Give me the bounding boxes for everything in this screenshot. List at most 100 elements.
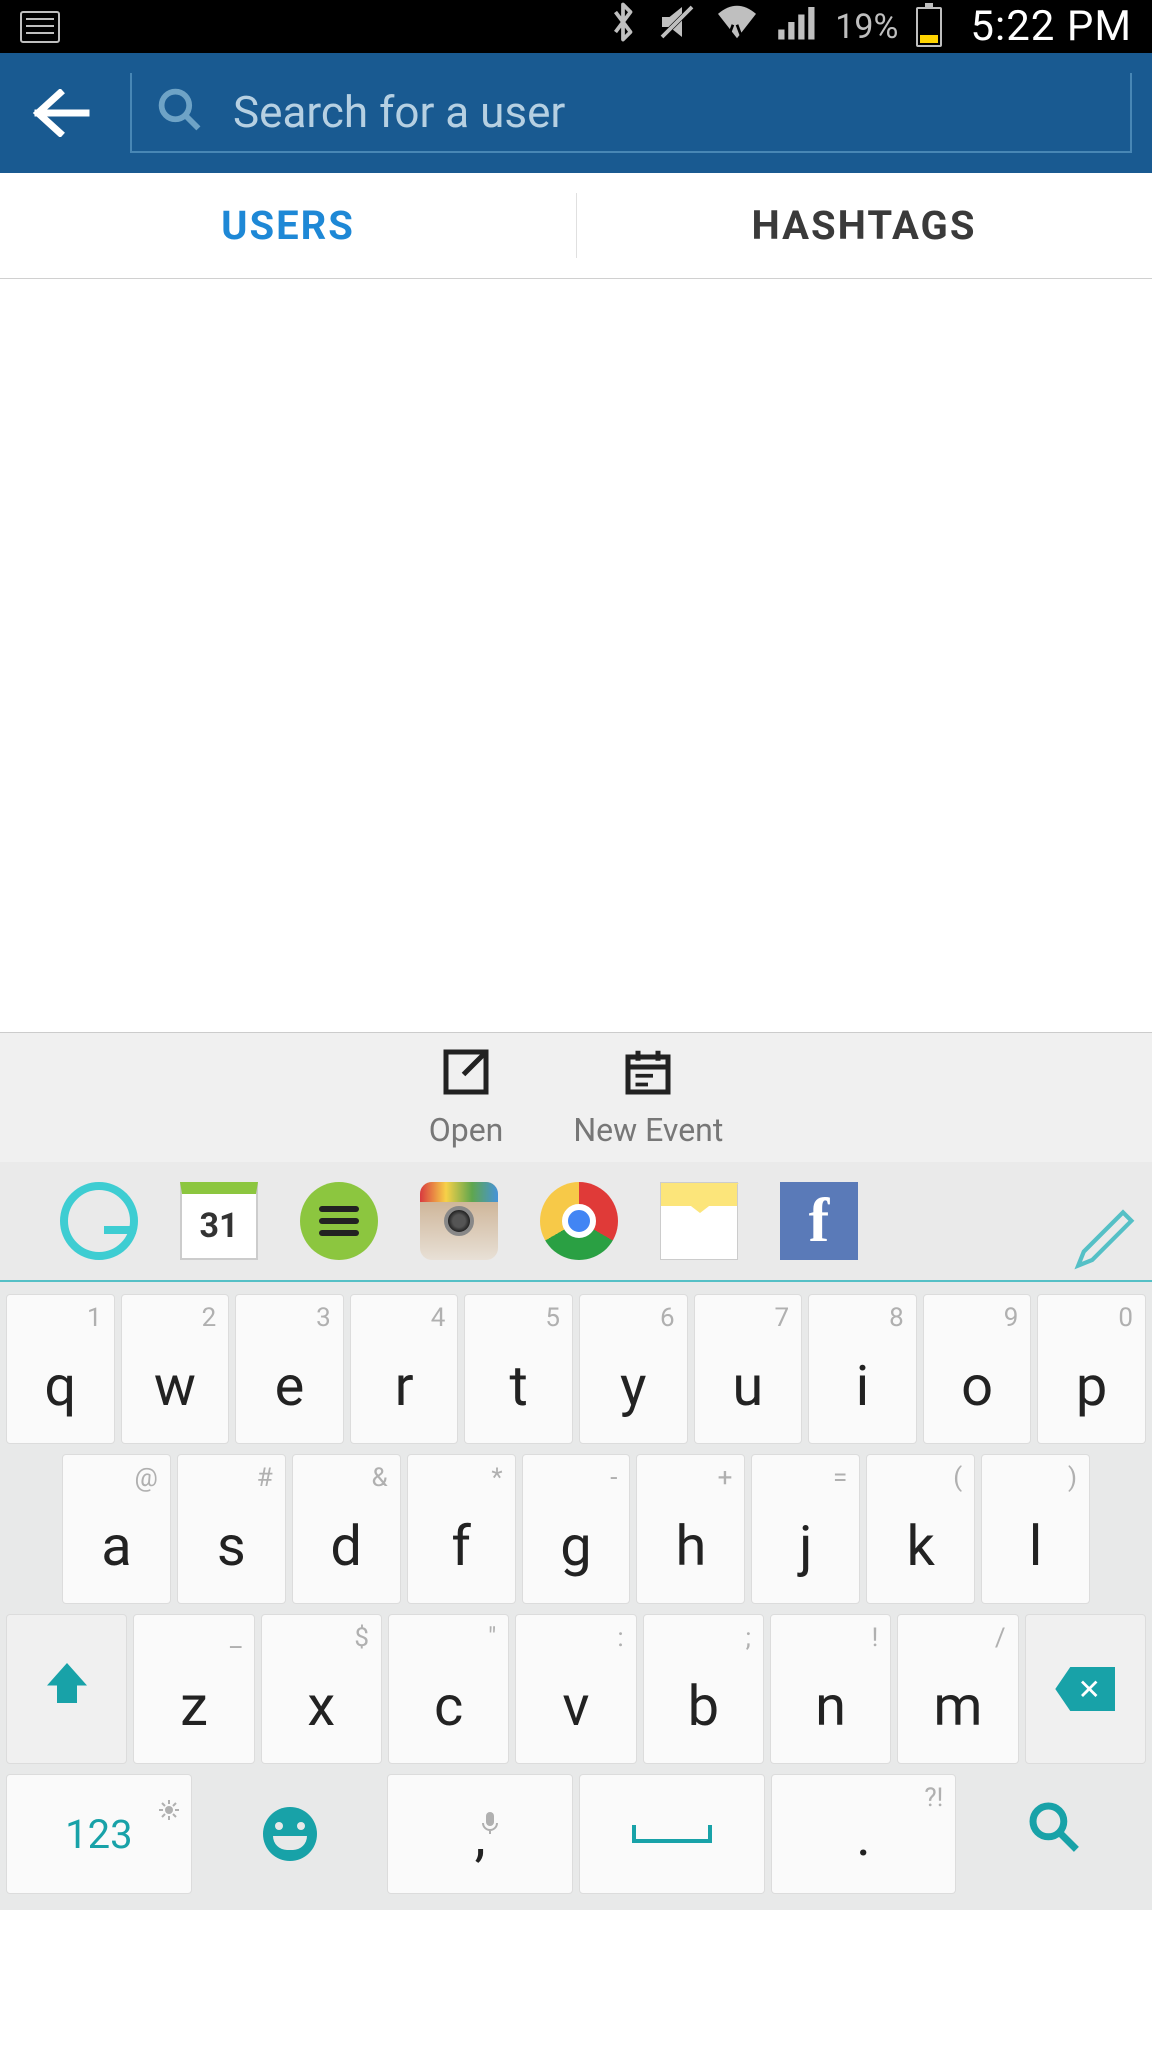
spotify-app-icon[interactable] — [300, 1182, 378, 1260]
key-a[interactable]: @a — [62, 1454, 171, 1604]
key-i[interactable]: 8i — [808, 1294, 917, 1444]
key-e-secondary: 3 — [316, 1303, 331, 1333]
key-l[interactable]: )l — [981, 1454, 1090, 1604]
key-s[interactable]: #s — [177, 1454, 286, 1604]
key-x-secondary: $ — [354, 1623, 369, 1653]
battery-icon — [916, 7, 942, 47]
key-emoji[interactable] — [198, 1774, 382, 1894]
key-t-secondary: 5 — [545, 1303, 560, 1333]
key-y[interactable]: 6y — [579, 1294, 688, 1444]
key-n[interactable]: !n — [770, 1614, 891, 1764]
key-n-label: n — [815, 1673, 846, 1739]
key-p-label: p — [1076, 1353, 1107, 1419]
key-w[interactable]: 2w — [121, 1294, 230, 1444]
key-comma[interactable]: , — [387, 1774, 573, 1894]
key-u[interactable]: 7u — [694, 1294, 803, 1444]
key-c[interactable]: "c — [388, 1614, 509, 1764]
facebook-app-icon[interactable]: f — [780, 1182, 858, 1260]
key-j[interactable]: =j — [751, 1454, 860, 1604]
android-status-bar: 19% 5:22 PM — [0, 0, 1152, 53]
key-m[interactable]: /m — [897, 1614, 1018, 1764]
key-u-label: u — [732, 1353, 763, 1419]
key-f-secondary: * — [491, 1463, 502, 1493]
key-search[interactable] — [962, 1774, 1146, 1894]
key-o[interactable]: 9o — [923, 1294, 1032, 1444]
key-backspace[interactable]: ✕ — [1025, 1614, 1146, 1764]
mic-hint-icon — [481, 1783, 499, 1849]
key-f[interactable]: *f — [407, 1454, 516, 1604]
key-q[interactable]: 1q — [6, 1294, 115, 1444]
grammarly-app-icon[interactable] — [60, 1182, 138, 1260]
key-i-label: i — [856, 1353, 870, 1419]
space-icon — [632, 1825, 712, 1843]
key-j-secondary: = — [833, 1463, 847, 1493]
suggested-apps-row: 31 f — [0, 1162, 1152, 1282]
key-shift[interactable] — [6, 1614, 127, 1764]
key-e[interactable]: 3e — [235, 1294, 344, 1444]
key-j-label: j — [799, 1513, 812, 1579]
key-r-label: r — [395, 1353, 414, 1419]
key-y-label: y — [620, 1353, 647, 1419]
key-d-label: d — [330, 1513, 362, 1579]
search-input[interactable] — [233, 86, 1115, 138]
new-event-action[interactable]: New Event — [573, 1047, 723, 1149]
key-l-label: l — [1029, 1513, 1043, 1579]
key-m-secondary: / — [995, 1623, 1006, 1653]
key-e-label: e — [275, 1353, 305, 1419]
instagram-app-icon[interactable] — [420, 1182, 498, 1260]
search-key-icon — [1026, 1799, 1082, 1869]
key-q-label: q — [44, 1353, 76, 1419]
key-g[interactable]: -g — [522, 1454, 631, 1604]
key-x-label: x — [307, 1673, 335, 1739]
key-k-secondary: ( — [953, 1463, 962, 1493]
key-q-secondary: 1 — [87, 1303, 102, 1333]
key-p-secondary: 0 — [1118, 1303, 1133, 1333]
battery-percent: 19% — [835, 7, 898, 47]
key-h-label: h — [675, 1513, 706, 1579]
key-p[interactable]: 0p — [1037, 1294, 1146, 1444]
key-g-secondary: - — [610, 1463, 617, 1493]
open-action[interactable]: Open — [429, 1047, 504, 1149]
numlock-label: 123 — [65, 1811, 132, 1858]
key-h-secondary: + — [718, 1463, 733, 1493]
key-c-secondary: " — [488, 1623, 496, 1653]
key-b-label: b — [688, 1673, 719, 1739]
open-icon — [441, 1047, 491, 1101]
tab-hashtags[interactable]: HASHTAGS — [576, 173, 1152, 278]
chrome-app-icon[interactable] — [540, 1182, 618, 1260]
key-space[interactable] — [579, 1774, 765, 1894]
key-h[interactable]: +h — [636, 1454, 745, 1604]
key-d[interactable]: &d — [292, 1454, 401, 1604]
key-w-secondary: 2 — [202, 1303, 217, 1333]
back-button[interactable] — [20, 73, 100, 153]
calendar-app-icon[interactable]: 31 — [180, 1182, 258, 1260]
key-g-label: g — [560, 1513, 591, 1579]
soft-keyboard: 1q2w3e4r5t6y7u8i9o0p @a#s&d*f-g+h=j(k)l … — [0, 1282, 1152, 1910]
key-y-secondary: 6 — [660, 1303, 675, 1333]
key-z[interactable]: _z — [133, 1614, 254, 1764]
key-period[interactable]: ?! . — [771, 1774, 957, 1894]
key-f-label: f — [451, 1513, 470, 1579]
mail-app-icon[interactable] — [660, 1182, 738, 1260]
key-x[interactable]: $x — [261, 1614, 382, 1764]
key-b[interactable]: ;b — [643, 1614, 764, 1764]
search-field-wrap[interactable] — [130, 73, 1132, 153]
emoji-icon — [263, 1807, 317, 1861]
key-z-secondary: _ — [230, 1623, 242, 1653]
key-n-secondary: ! — [872, 1623, 879, 1653]
key-r[interactable]: 4r — [350, 1294, 459, 1444]
key-u-secondary: 7 — [775, 1303, 790, 1333]
key-s-secondary: # — [257, 1463, 273, 1493]
key-k[interactable]: (k — [866, 1454, 975, 1604]
key-z-label: z — [180, 1673, 208, 1739]
key-m-label: m — [933, 1673, 982, 1739]
tab-users[interactable]: USERS — [0, 173, 576, 278]
key-v[interactable]: :v — [515, 1614, 636, 1764]
key-d-secondary: & — [371, 1463, 387, 1493]
new-event-label: New Event — [573, 1111, 723, 1149]
key-a-label: a — [101, 1513, 131, 1579]
key-o-label: o — [961, 1353, 993, 1419]
search-icon — [157, 87, 203, 137]
key-numlock[interactable]: 123 — [6, 1774, 192, 1894]
key-t[interactable]: 5t — [464, 1294, 573, 1444]
